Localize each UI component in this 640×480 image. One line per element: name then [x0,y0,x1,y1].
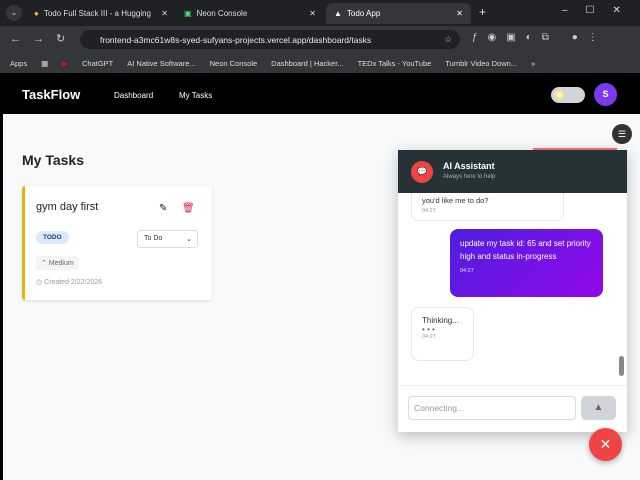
vercel-icon: ▲ [334,9,342,18]
bookmark[interactable]: Dashboard | Hacker... [271,59,343,68]
chat-message-assistant: you'd like me to do? 04:27 [411,193,564,221]
close-chat-button[interactable]: ✕ [589,428,622,461]
bookmark[interactable]: Apps [10,59,27,68]
bookmark[interactable]: AI Native Software... [127,59,195,68]
browser-tab-bar: ⌄ ● Todo Full Stack III - a Hugging ✕ ▣ Neo… [0,0,640,26]
extension-icons[interactable]: ƒ◉▣◐⧉ ●⋮ [472,32,608,43]
address-bar[interactable]: frontend-a3mc61w8s-syed-sufyans-projects… [80,30,460,49]
chat-message-thinking: Thinking... • • • 04:27 [411,307,474,361]
filter-menu-button[interactable]: ☰ [612,124,632,144]
delete-icon[interactable]: 🗑 [182,203,195,214]
neon-icon: ▣ [184,9,192,18]
tab-search-button[interactable]: ⌄ [6,5,22,21]
created-date: ◷ Created 2/22/2026 [36,279,103,286]
more-bookmarks-icon[interactable]: » [531,59,535,68]
task-card: gym day first ✎ 🗑 TODO To Do ⌄ ⌃ Medium ◷… [22,186,212,300]
chat-bubble-icon: 💬 [411,161,433,183]
theme-toggle[interactable] [551,87,585,103]
close-icon[interactable]: ✕ [309,9,316,18]
priority-badge: ⌃ Medium [36,256,79,270]
chat-input[interactable]: Connecting... [408,396,576,420]
app-header: TaskFlow Dashboard My Tasks S [0,75,640,114]
chat-header: 💬 AI Assistant Always here to help [398,150,627,193]
task-title: gym day first [36,201,99,213]
brand-logo[interactable]: TaskFlow [22,87,80,102]
apps-grid-icon[interactable]: ▦ [41,59,48,68]
typing-dots-icon: • • • [422,325,435,334]
bookmarks-bar: Apps ▦ ▶ ChatGPT AI Native Software... N… [0,53,640,73]
youtube-icon[interactable]: ▶ [62,59,68,68]
new-tab-button[interactable]: + [479,5,486,19]
chat-panel: you'd like me to do? 04:27 update my tas… [398,150,627,432]
tab-neon[interactable]: ▣ Neon Console ✕ [176,3,324,24]
nav-dashboard[interactable]: Dashboard [114,91,153,100]
bookmark[interactable]: TEDx Talks - YouTube [358,59,432,68]
bookmark-star-icon[interactable]: ☆ [444,34,452,45]
bookmark[interactable]: Tumblr Video Down... [445,59,517,68]
chat-title: AI Assistant [443,161,495,171]
close-icon[interactable]: ✕ [456,9,463,18]
window-controls[interactable]: –☐✕ [562,5,639,16]
chevron-down-icon: ⌄ [186,236,192,243]
clock-icon: ◷ [36,279,45,286]
divider [398,385,627,386]
bookmark[interactable]: ChatGPT [82,59,113,68]
tab-todo-app[interactable]: ▲ Todo App ✕ [326,3,471,24]
bookmark[interactable]: Neon Console [210,59,258,68]
nav-buttons[interactable]: ←→↻ [10,32,77,45]
nav-my-tasks[interactable]: My Tasks [179,91,212,100]
tab-hugging[interactable]: ● Todo Full Stack III - a Hugging ✕ [26,3,176,24]
page-title: My Tasks [22,152,84,168]
status-badge: TODO [36,231,69,244]
edit-icon[interactable]: ✎ [159,203,167,214]
status-select[interactable]: To Do ⌄ [137,230,198,248]
chat-message-user: update my task id: 65 and set priority h… [450,229,603,297]
send-button[interactable]: ▲ [581,396,616,420]
chat-subtitle: Always here to help [443,174,496,180]
chat-scrollbar[interactable] [619,356,624,376]
avatar[interactable]: S [594,83,617,106]
close-icon[interactable]: ✕ [161,9,168,18]
hugging-face-icon: ● [34,9,39,18]
priority-chevrons-icon: ⌃ [41,260,49,267]
